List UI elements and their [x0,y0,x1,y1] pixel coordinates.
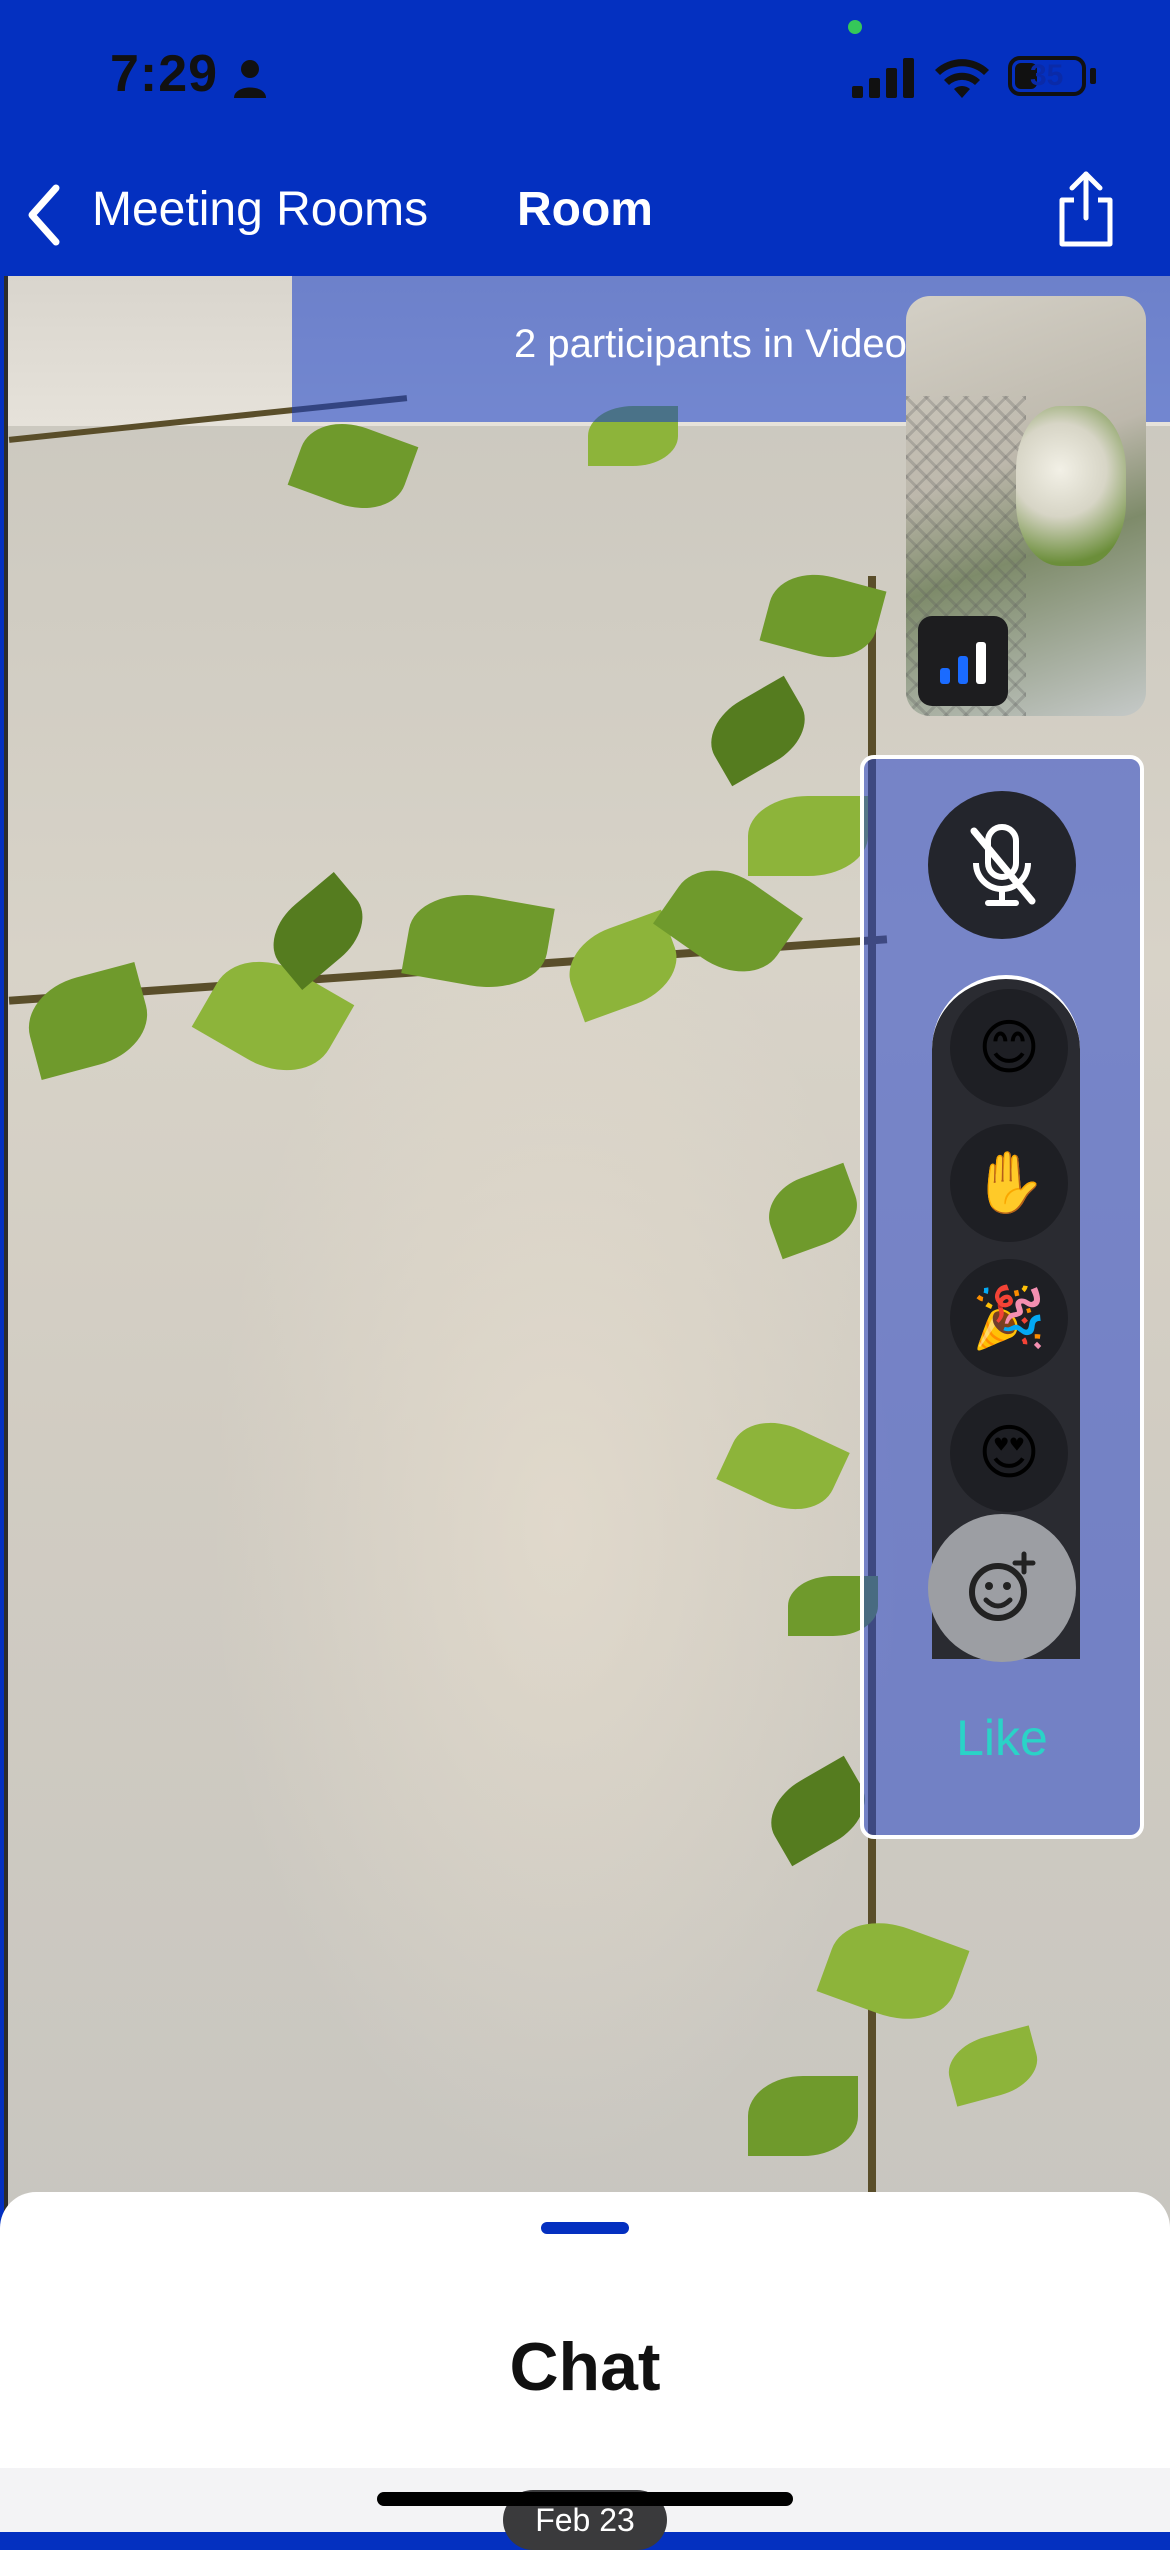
reaction-raised-hand[interactable]: ✋ [950,1124,1068,1242]
like-label[interactable]: Like [864,1709,1140,1767]
participants-count: 2 participants in Video [514,322,907,366]
back-button[interactable]: Meeting Rooms [92,182,428,237]
mute-microphone-button[interactable] [928,791,1076,939]
chat-sheet[interactable]: Chat Feb 23 [0,2192,1170,2550]
camera-indicator [848,20,862,34]
status-bar: 7:29 35 [0,0,1170,160]
battery-percent: 35 [1030,59,1064,92]
chevron-left-icon[interactable] [22,180,66,250]
wifi-icon [935,59,989,98]
battery-icon: 35 [1008,56,1086,96]
microphone-muted-icon [970,824,1036,906]
reaction-party-popper[interactable]: 🎉 [950,1259,1068,1377]
call-controls-panel: 😊 ✋ 🎉 😍 Like [860,755,1144,1839]
home-indicator[interactable] [377,2492,793,2506]
add-reaction-button[interactable] [928,1514,1076,1662]
reaction-heart-eyes[interactable]: 😍 [950,1394,1068,1512]
emoji-add-icon [969,1551,1036,1621]
person-icon [234,60,266,98]
page-title: Room [517,183,653,236]
navigation-bar: Meeting Rooms Room [0,160,1170,274]
sheet-drag-handle[interactable] [541,2222,629,2234]
network-quality-button[interactable] [918,616,1008,706]
share-icon[interactable] [1054,170,1118,250]
self-video-preview[interactable] [906,296,1146,716]
chat-title: Chat [509,2329,661,2405]
status-time: 7:29 [110,45,219,103]
cellular-signal-icon [852,58,914,98]
signal-bars-icon [940,642,986,684]
reaction-smile[interactable]: 😊 [950,989,1068,1107]
